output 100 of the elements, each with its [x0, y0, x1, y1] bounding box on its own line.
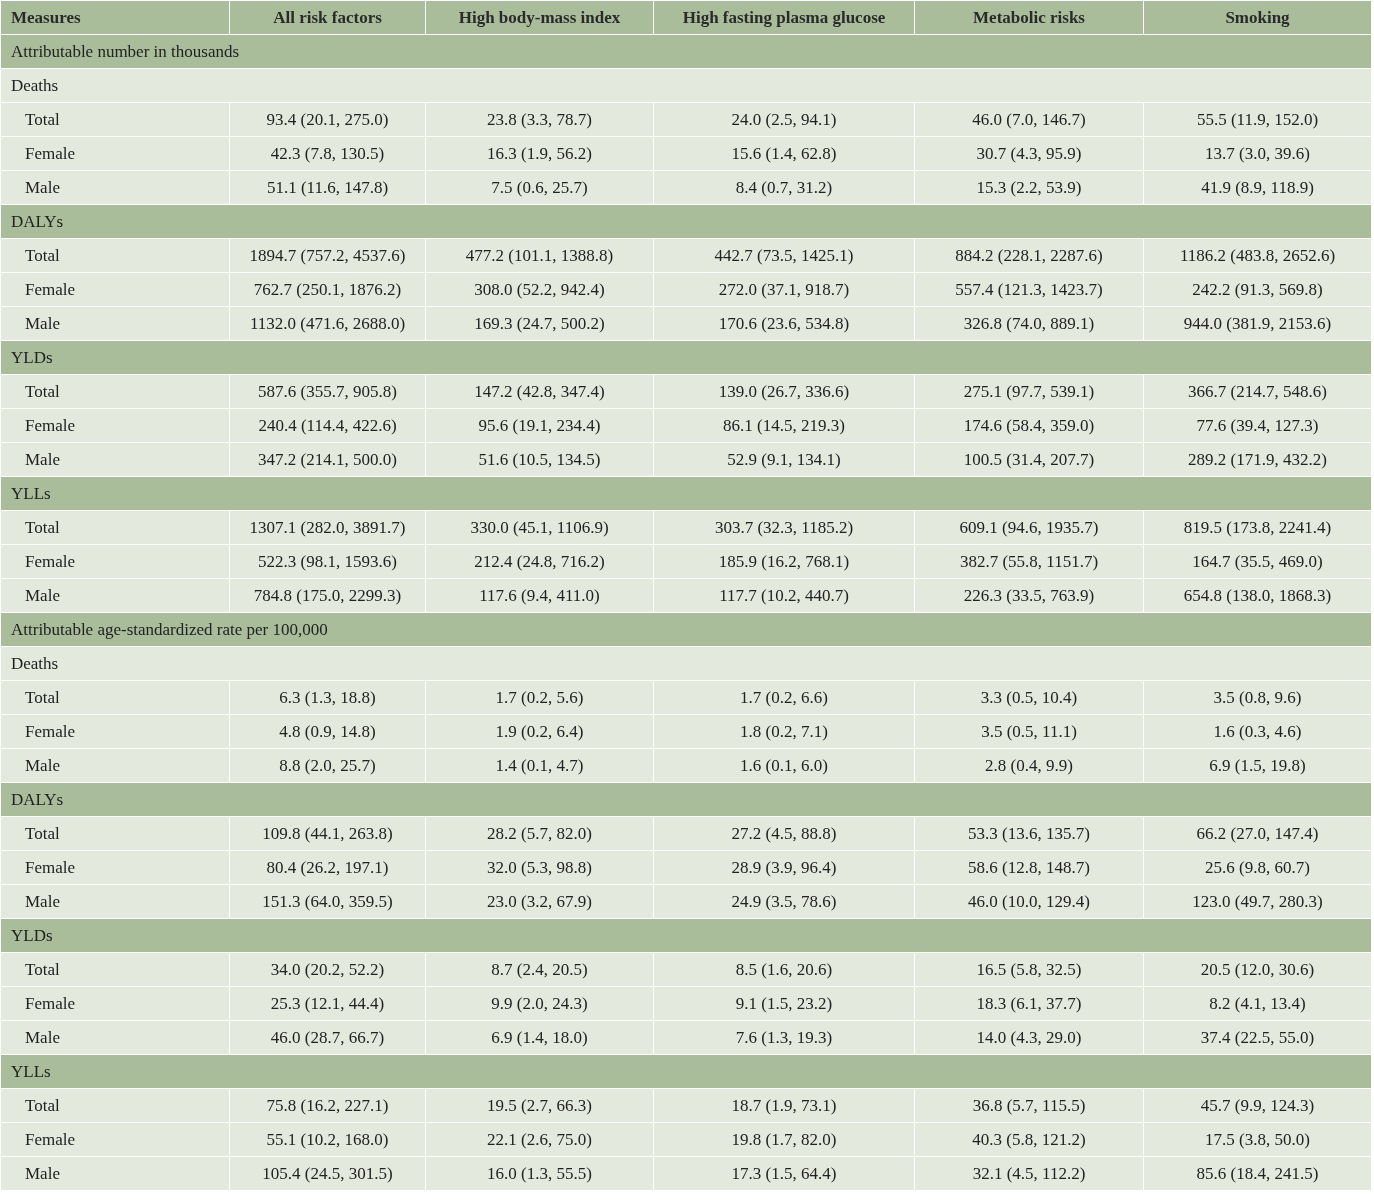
table-cell: 151.3 (64.0, 359.5) [229, 884, 426, 919]
table-cell: 1.4 (0.1, 4.7) [425, 748, 654, 783]
row-label: Female [0, 272, 230, 307]
table-cell: 30.7 (4.3, 95.9) [914, 136, 1144, 171]
row-label: Total [0, 510, 230, 545]
table-cell: 6.9 (1.4, 18.0) [425, 1020, 654, 1055]
row-label: Total [0, 374, 230, 409]
row-label: Male [0, 442, 230, 477]
row-label: Female [0, 986, 230, 1021]
row-label: Male [0, 306, 230, 341]
table-cell: 242.2 (91.3, 569.8) [1143, 272, 1372, 307]
table-cell: 46.0 (7.0, 146.7) [914, 102, 1144, 137]
table-cell: 784.8 (175.0, 2299.3) [229, 578, 426, 613]
table-cell: 109.8 (44.1, 263.8) [229, 816, 426, 851]
table-cell: 944.0 (381.9, 2153.6) [1143, 306, 1372, 341]
table-cell: 51.1 (11.6, 147.8) [229, 170, 426, 205]
section-heading: Deaths [0, 646, 1372, 681]
table-cell: 19.5 (2.7, 66.3) [425, 1088, 654, 1123]
table-cell: 8.2 (4.1, 13.4) [1143, 986, 1372, 1021]
table-cell: 85.6 (18.4, 241.5) [1143, 1156, 1372, 1191]
table-cell: 24.0 (2.5, 94.1) [653, 102, 915, 137]
column-header: Smoking [1143, 0, 1372, 35]
table-cell: 240.4 (114.4, 422.6) [229, 408, 426, 443]
table-cell: 762.7 (250.1, 1876.2) [229, 272, 426, 307]
table-cell: 58.6 (12.8, 148.7) [914, 850, 1144, 885]
section-heading: DALYs [0, 204, 1372, 239]
table-cell: 52.9 (9.1, 134.1) [653, 442, 915, 477]
table-cell: 14.0 (4.3, 29.0) [914, 1020, 1144, 1055]
table-cell: 1132.0 (471.6, 2688.0) [229, 306, 426, 341]
table-cell: 55.1 (10.2, 168.0) [229, 1122, 426, 1157]
table-cell: 37.4 (22.5, 55.0) [1143, 1020, 1372, 1055]
table-cell: 326.8 (74.0, 889.1) [914, 306, 1144, 341]
row-label: Total [0, 102, 230, 137]
table-cell: 16.3 (1.9, 56.2) [425, 136, 654, 171]
table-cell: 28.9 (3.9, 96.4) [653, 850, 915, 885]
table-cell: 75.8 (16.2, 227.1) [229, 1088, 426, 1123]
table-cell: 22.1 (2.6, 75.0) [425, 1122, 654, 1157]
table-cell: 557.4 (121.3, 1423.7) [914, 272, 1144, 307]
table-cell: 8.8 (2.0, 25.7) [229, 748, 426, 783]
table-cell: 77.6 (39.4, 127.3) [1143, 408, 1372, 443]
section-heading: Attributable age-standardized rate per 100,000 [0, 612, 1372, 647]
table-cell: 117.6 (9.4, 411.0) [425, 578, 654, 613]
row-label: Male [0, 748, 230, 783]
table-cell: 169.3 (24.7, 500.2) [425, 306, 654, 341]
table-cell: 1.7 (0.2, 5.6) [425, 680, 654, 715]
section-heading: YLLs [0, 1054, 1372, 1089]
table-cell: 13.7 (3.0, 39.6) [1143, 136, 1372, 171]
table-cell: 32.0 (5.3, 98.8) [425, 850, 654, 885]
table-cell: 7.6 (1.3, 19.3) [653, 1020, 915, 1055]
table-cell: 36.8 (5.7, 115.5) [914, 1088, 1144, 1123]
section-heading: Attributable number in thousands [0, 34, 1372, 69]
table-cell: 272.0 (37.1, 918.7) [653, 272, 915, 307]
table-cell: 1186.2 (483.8, 2652.6) [1143, 238, 1372, 273]
table-cell: 275.1 (97.7, 539.1) [914, 374, 1144, 409]
table-cell: 8.4 (0.7, 31.2) [653, 170, 915, 205]
table-cell: 18.3 (6.1, 37.7) [914, 986, 1144, 1021]
table-cell: 95.6 (19.1, 234.4) [425, 408, 654, 443]
table-cell: 46.0 (28.7, 66.7) [229, 1020, 426, 1055]
table-cell: 15.6 (1.4, 62.8) [653, 136, 915, 171]
table-cell: 308.0 (52.2, 942.4) [425, 272, 654, 307]
table-cell: 46.0 (10.0, 129.4) [914, 884, 1144, 919]
table-cell: 522.3 (98.1, 1593.6) [229, 544, 426, 579]
row-label: Male [0, 170, 230, 205]
table-cell: 654.8 (138.0, 1868.3) [1143, 578, 1372, 613]
table-cell: 1307.1 (282.0, 3891.7) [229, 510, 426, 545]
table-cell: 117.7 (10.2, 440.7) [653, 578, 915, 613]
column-header: Metabolic risks [914, 0, 1144, 35]
table-cell: 1.8 (0.2, 7.1) [653, 714, 915, 749]
table-cell: 4.8 (0.9, 14.8) [229, 714, 426, 749]
row-label: Total [0, 680, 230, 715]
table-cell: 123.0 (49.7, 280.3) [1143, 884, 1372, 919]
table-cell: 7.5 (0.6, 25.7) [425, 170, 654, 205]
table-cell: 45.7 (9.9, 124.3) [1143, 1088, 1372, 1123]
row-label: Male [0, 1156, 230, 1191]
table-cell: 25.6 (9.8, 60.7) [1143, 850, 1372, 885]
table-cell: 347.2 (214.1, 500.0) [229, 442, 426, 477]
row-label: Male [0, 884, 230, 919]
table-cell: 27.2 (4.5, 88.8) [653, 816, 915, 851]
table-cell: 25.3 (12.1, 44.4) [229, 986, 426, 1021]
row-label: Female [0, 408, 230, 443]
table-cell: 6.3 (1.3, 18.8) [229, 680, 426, 715]
table-cell: 2.8 (0.4, 9.9) [914, 748, 1144, 783]
table-cell: 41.9 (8.9, 118.9) [1143, 170, 1372, 205]
table-cell: 1894.7 (757.2, 4537.6) [229, 238, 426, 273]
table-cell: 18.7 (1.9, 73.1) [653, 1088, 915, 1123]
row-label: Female [0, 136, 230, 171]
table-cell: 16.0 (1.3, 55.5) [425, 1156, 654, 1191]
table-cell: 15.3 (2.2, 53.9) [914, 170, 1144, 205]
table-cell: 55.5 (11.9, 152.0) [1143, 102, 1372, 137]
row-label: Total [0, 952, 230, 987]
table-cell: 139.0 (26.7, 336.6) [653, 374, 915, 409]
table-cell: 174.6 (58.4, 359.0) [914, 408, 1144, 443]
table-cell: 884.2 (228.1, 2287.6) [914, 238, 1144, 273]
table-cell: 105.4 (24.5, 301.5) [229, 1156, 426, 1191]
table-cell: 9.9 (2.0, 24.3) [425, 986, 654, 1021]
table-cell: 1.6 (0.1, 6.0) [653, 748, 915, 783]
row-label: Female [0, 544, 230, 579]
section-heading: DALYs [0, 782, 1372, 817]
row-label: Female [0, 714, 230, 749]
table-cell: 1.6 (0.3, 4.6) [1143, 714, 1372, 749]
